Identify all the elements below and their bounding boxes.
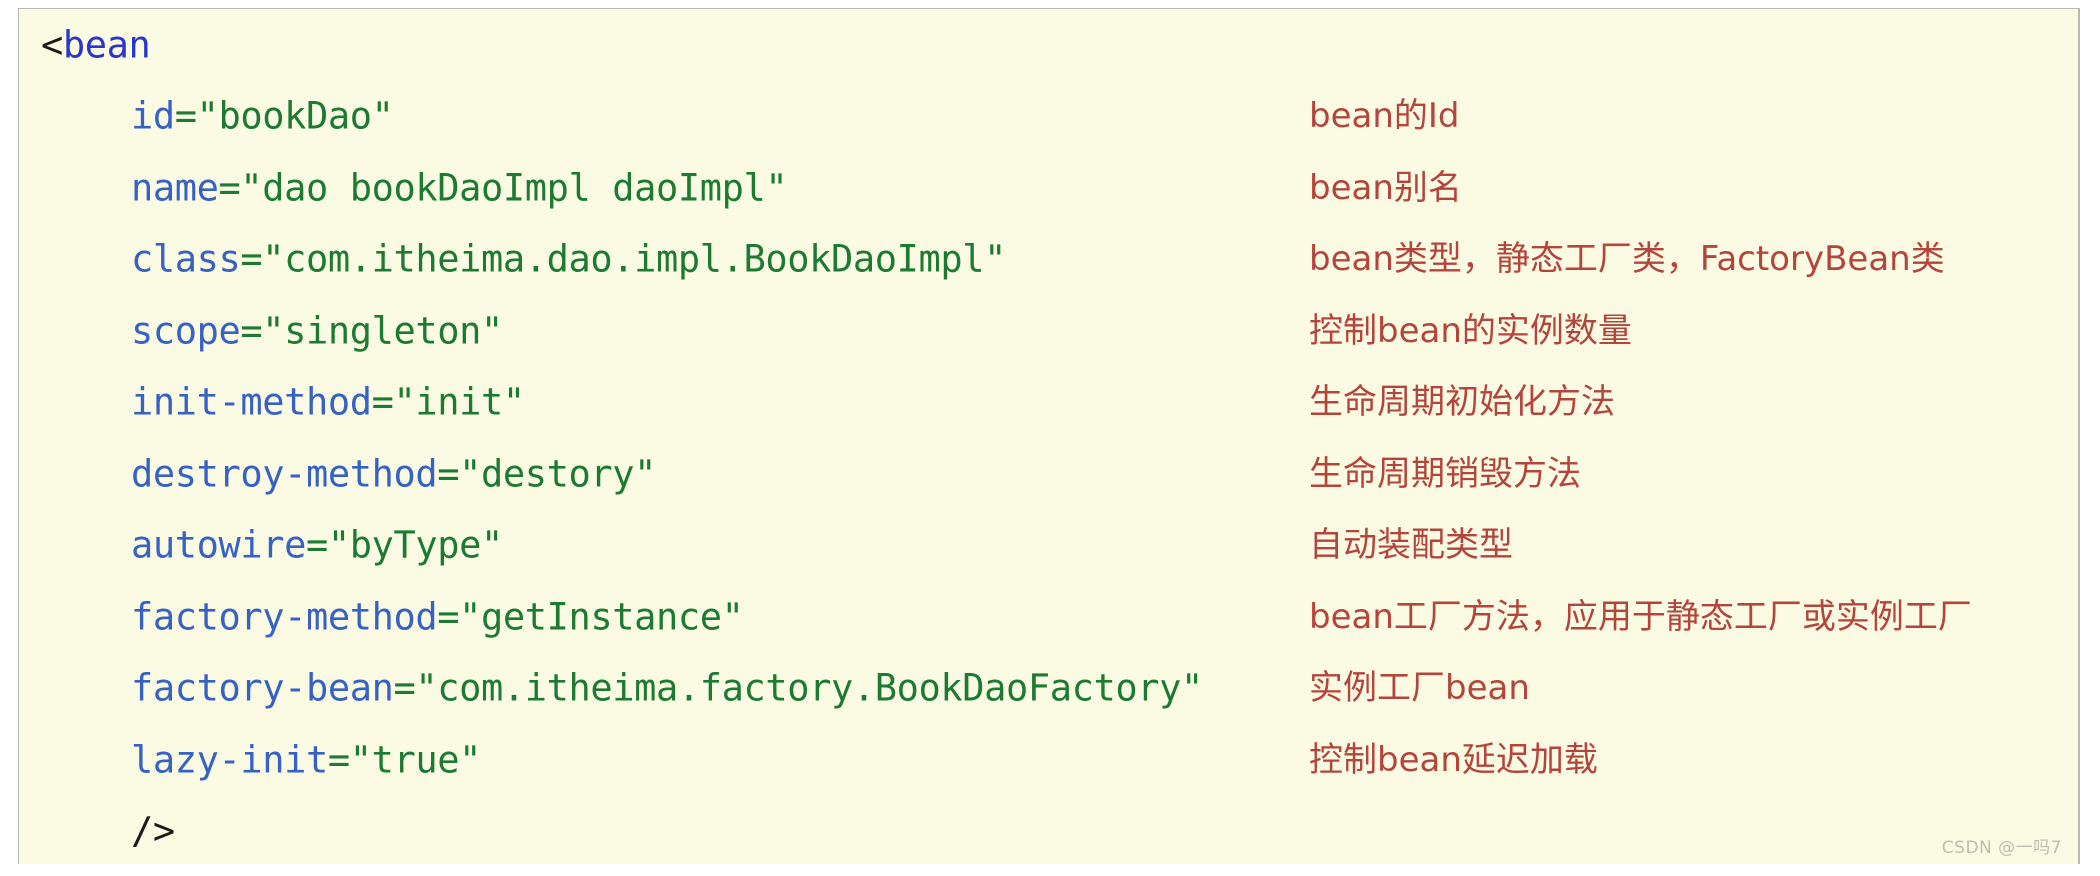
attribute-equals: = [240,309,263,353]
code-line-text: /> [131,813,175,850]
attribute-name: factory-bean [131,666,394,710]
attribute-name: factory-method [131,595,438,639]
annotation-text: 自动装配类型 [1309,525,1513,566]
code-snippet-panel: <bean id="bookDao" bean的Id name="dao bookDa… [18,8,2080,864]
code-line: factory-bean="com.itheima.factory.BookDa… [19,653,2078,725]
attribute-equals: = [174,94,197,138]
annotation-text: 控制bean的实例数量 [1309,310,1632,351]
code-line-text: init-method="init" [131,384,525,421]
csdn-watermark: CSDN @一吗7 [1941,838,2062,858]
attribute-value: "com.itheima.dao.impl.BookDaoImpl" [262,237,1007,281]
code-line: autowire="byType" 自动装配类型 [19,510,2078,582]
attribute-value: "byType" [327,523,503,567]
attribute-value: "init" [393,380,526,424]
attribute-equals: = [218,166,241,210]
attribute-name: lazy-init [131,738,328,782]
annotation-text: 生命周期销毁方法 [1309,453,1581,494]
attribute-value: "getInstance" [459,595,744,639]
code-line-text: class="com.itheima.dao.impl.BookDaoImpl" [131,241,1006,278]
annotation-text: 控制bean延迟加载 [1309,739,1598,780]
code-line: <bean [19,9,2078,81]
code-line: /> [19,796,2078,865]
attribute-name: scope [131,309,241,353]
annotation-text: bean工厂方法，应用于静态工厂或实例工厂 [1309,596,1972,637]
attribute-equals: = [327,738,350,782]
code-line-text: <bean [41,23,151,67]
attribute-name: autowire [131,523,307,567]
attribute-equals: = [371,380,394,424]
annotation-text: 生命周期初始化方法 [1309,382,1615,423]
attribute-equals: = [437,452,460,496]
attribute-equals: = [306,523,328,567]
code-line: class="com.itheima.dao.impl.BookDaoImpl"… [19,224,2078,296]
code-line-text: factory-method="getInstance" [131,598,744,635]
tag-self-close: /> [131,809,175,853]
annotation-text: bean的Id [1309,96,1460,137]
attribute-equals: = [393,666,416,710]
attribute-value: "destory" [459,452,657,496]
code-line: scope="singleton" 控制bean的实例数量 [19,295,2078,367]
attribute-value: "com.itheima.factory.BookDaoFactory" [415,666,1203,710]
code-line: destroy-method="destory" 生命周期销毁方法 [19,438,2078,510]
attribute-name: name [131,166,219,210]
attribute-value: "true" [349,738,482,782]
code-line-text: autowire="byType" [131,527,503,564]
code-line-text: name="dao bookDaoImpl daoImpl" [131,166,788,210]
attribute-equals: = [240,237,263,281]
code-line: name="dao bookDaoImpl daoImpl" bean别名 [19,152,2078,224]
code-line: id="bookDao" bean的Id [19,81,2078,153]
annotation-text: bean别名 [1309,167,1462,208]
attribute-name: init-method [131,380,372,424]
code-line-text: lazy-init="true" [131,741,481,778]
annotation-text: bean类型，静态工厂类，FactoryBean类 [1309,239,1945,280]
attribute-name: id [131,94,175,138]
tag-name: bean [62,23,151,67]
attribute-name: class [131,237,241,281]
code-line: lazy-init="true" 控制bean延迟加载 [19,724,2078,796]
annotation-text: 实例工厂bean [1309,668,1530,709]
attribute-value: "dao bookDaoImpl daoImpl" [240,166,788,210]
code-lines-container: <bean id="bookDao" bean的Id name="dao bookDa… [19,9,2078,864]
attribute-equals: = [437,595,460,639]
attribute-value: "bookDao" [196,94,394,138]
attribute-name: destroy-method [131,452,438,496]
code-line-text: factory-bean="com.itheima.factory.BookDa… [131,670,1203,707]
attribute-value: "singleton" [262,309,503,353]
code-line: factory-method="getInstance" bean工厂方法，应用于… [19,581,2078,653]
code-line-text: destroy-method="destory" [131,455,656,492]
code-line-text: id="bookDao" [131,98,394,135]
code-line-text: scope="singleton" [131,312,503,349]
tag-open-bracket: < [41,23,63,67]
code-line: init-method="init" 生命周期初始化方法 [19,367,2078,439]
